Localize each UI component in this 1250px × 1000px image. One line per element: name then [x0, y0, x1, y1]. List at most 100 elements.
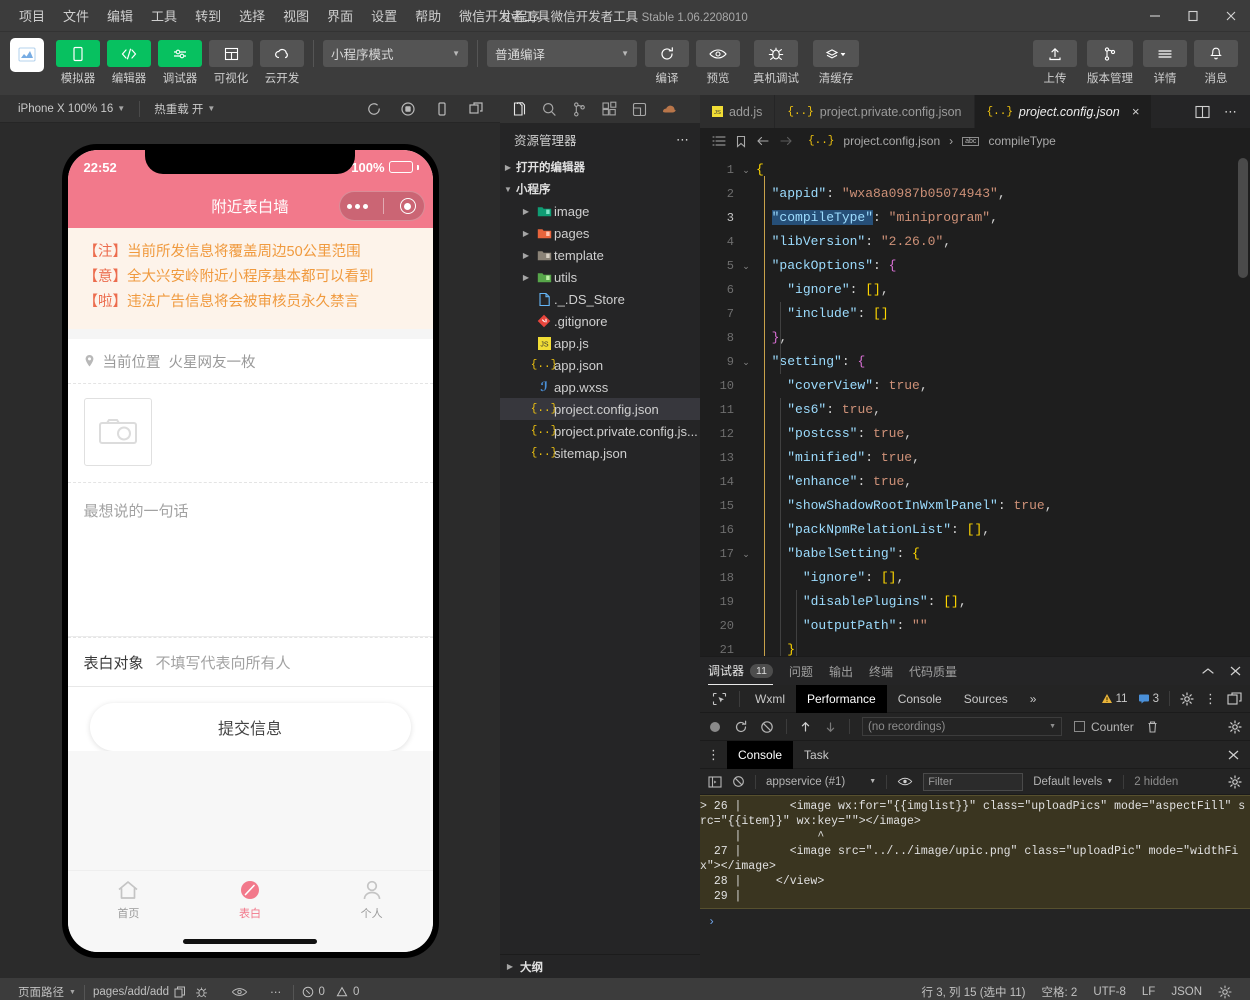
kebab-menu-icon[interactable]: ⋮ [1204, 696, 1217, 702]
toolbar-editor[interactable]: 编辑器 [107, 40, 151, 86]
outline-list-icon[interactable] [712, 135, 726, 147]
cursor-position[interactable]: 行 3, 列 15 (选中 11) [914, 984, 1034, 1000]
devtools-tab-sources[interactable]: Sources [953, 685, 1019, 713]
forward-arrow-icon[interactable] [779, 135, 793, 147]
trash-icon[interactable] [1146, 720, 1159, 734]
toolbar-upload[interactable]: 上传 [1033, 40, 1077, 86]
outline-section[interactable]: ▶ 大纲 [500, 954, 700, 978]
menu-item-interface[interactable]: 界面 [318, 2, 362, 29]
breadcrumb-symbol[interactable]: compileType [988, 134, 1055, 148]
gear-icon[interactable] [1210, 985, 1240, 999]
editor-scrollbar[interactable] [1236, 154, 1250, 656]
image-upload-row[interactable] [68, 384, 433, 483]
toolbar-compile[interactable]: 编译 [645, 40, 689, 86]
more-actions-icon[interactable]: ⋯ [676, 132, 690, 148]
console-output[interactable]: > 26 | <image wx:for="{{imglist}}" class… [700, 795, 1250, 978]
upload-arrow-icon[interactable] [799, 720, 812, 734]
tree-item-image[interactable]: ▶ image [500, 200, 700, 222]
console-filter-input[interactable]: Filter [923, 773, 1023, 791]
submit-button[interactable]: 提交信息 [90, 703, 411, 751]
close-circle-icon[interactable] [400, 198, 416, 214]
menu-item-tools[interactable]: 工具 [142, 2, 186, 29]
tab-profile[interactable]: 个人 [311, 879, 433, 921]
extensions-icon[interactable] [594, 95, 624, 123]
menu-item-settings[interactable]: 设置 [362, 2, 406, 29]
dock-icon[interactable] [1227, 692, 1242, 705]
split-editor-icon[interactable] [1195, 105, 1210, 119]
tree-item-sitemap[interactable]: {..} sitemap.json [500, 442, 700, 464]
fold-chevron-icon[interactable]: ⌄ [740, 357, 752, 368]
tree-item-appjson[interactable]: {..} app.json [500, 354, 700, 376]
menu-item-edit[interactable]: 编辑 [98, 2, 142, 29]
rotate-device-icon[interactable] [434, 101, 450, 117]
toolbar-preview[interactable]: 预览 [696, 40, 740, 86]
fold-chevron-icon[interactable]: ⌄ [740, 165, 752, 176]
editor-tab-addjs[interactable]: JS add.js [700, 95, 775, 128]
tree-item-pages[interactable]: ▶ pages [500, 222, 700, 244]
devtools-tab-wxml[interactable]: Wxml [744, 685, 796, 713]
source-control-icon[interactable] [564, 95, 594, 123]
info-badge[interactable]: 3 [1138, 693, 1159, 705]
devtools-tab-console[interactable]: Console [887, 685, 953, 713]
panel-tab-codequality[interactable]: 代码质量 [909, 657, 957, 685]
message-input-row[interactable]: 最想说的一句话 [68, 483, 433, 637]
toolbar-visual[interactable]: 可视化 [209, 40, 253, 86]
editor-tab-projectprivateconfig[interactable]: {..} project.private.config.json [775, 95, 974, 128]
chevron-up-icon[interactable] [1201, 665, 1215, 677]
fold-chevron-icon[interactable]: ⌄ [740, 261, 752, 272]
indentation-status[interactable]: 空格: 2 [1034, 984, 1086, 1000]
more-dots-icon[interactable] [347, 204, 368, 209]
console-prompt[interactable]: › [700, 909, 1250, 935]
devtools-tab-performance[interactable]: Performance [796, 685, 887, 713]
console-tab-console[interactable]: Console [727, 741, 793, 769]
tree-item-utils[interactable]: ▶ utils [500, 266, 700, 288]
download-arrow-icon[interactable] [824, 720, 837, 734]
inspect-cursor-icon[interactable] [704, 692, 735, 706]
tree-section-open-editors[interactable]: ▶ 打开的编辑器 [500, 156, 700, 178]
tree-item-dsstore[interactable]: ._.DS_Store [500, 288, 700, 310]
back-arrow-icon[interactable] [756, 135, 770, 147]
panel-tab-output[interactable]: 输出 [829, 657, 853, 685]
mode-select[interactable]: 小程序模式 ▼ [323, 40, 468, 67]
compile-select[interactable]: 普通编译 ▼ [487, 40, 637, 67]
menu-item-devtools[interactable]: 微信开发者工具 [450, 2, 559, 29]
no-entry-icon[interactable] [760, 720, 774, 734]
toolbar-simulator[interactable]: 模拟器 [56, 40, 100, 86]
menu-item-project[interactable]: 项目 [10, 2, 54, 29]
eol-status[interactable]: LF [1134, 986, 1163, 998]
close-icon[interactable] [1227, 749, 1250, 761]
eye-icon[interactable] [897, 776, 913, 787]
copy-icon[interactable] [174, 986, 186, 999]
ellipsis-icon[interactable]: ⋯ [270, 985, 283, 999]
record-circle-icon[interactable] [708, 720, 722, 734]
more-actions-icon[interactable]: ⋯ [1224, 104, 1238, 120]
console-context-select[interactable]: appservice (#1) ▼ [766, 776, 876, 788]
bookmark-icon[interactable] [735, 135, 747, 148]
toolbar-version[interactable]: 版本管理 [1084, 40, 1136, 86]
panel-tab-terminal[interactable]: 终端 [869, 657, 893, 685]
close-icon[interactable] [1229, 665, 1242, 677]
warning-badge[interactable]: 11 [1101, 693, 1128, 705]
bug-icon[interactable] [194, 985, 209, 1000]
toolbar-message[interactable]: 消息 [1194, 40, 1238, 86]
counter-checkbox[interactable]: Counter [1074, 720, 1134, 734]
editor-tab-projectconfig[interactable]: {..} project.config.json × [975, 95, 1153, 128]
target-input-row[interactable]: 表白对象 不填写代表向所有人 [68, 637, 433, 687]
close-icon[interactable]: × [1132, 104, 1140, 119]
explorer-icon[interactable] [504, 95, 534, 123]
console-levels-select[interactable]: Default levels ▼ [1033, 776, 1113, 788]
fold-chevron-icon[interactable]: ⌄ [740, 549, 752, 560]
console-tab-task[interactable]: Task [793, 741, 840, 769]
panel-tab-problems[interactable]: 问题 [789, 657, 813, 685]
refresh-circle-icon[interactable] [366, 101, 382, 117]
tree-item-appjs[interactable]: JS app.js [500, 332, 700, 354]
toolbar-detail[interactable]: 详情 [1143, 40, 1187, 86]
gear-icon[interactable] [1228, 720, 1242, 734]
maximize-button[interactable] [1174, 0, 1212, 32]
multi-window-icon[interactable] [468, 101, 484, 117]
page-path-select[interactable]: 页面路径 ▼ [10, 984, 84, 1000]
record-icon[interactable] [400, 101, 416, 117]
code-editor[interactable]: 1⌄ 2 3 4 5⌄ 6 7 8 9⌄ 10 11 12 13 14 15 1… [700, 154, 1250, 656]
tree-item-projectconfig[interactable]: {..} project.config.json [500, 398, 700, 420]
panel-tab-debugger[interactable]: 调试器 11 [708, 657, 773, 685]
